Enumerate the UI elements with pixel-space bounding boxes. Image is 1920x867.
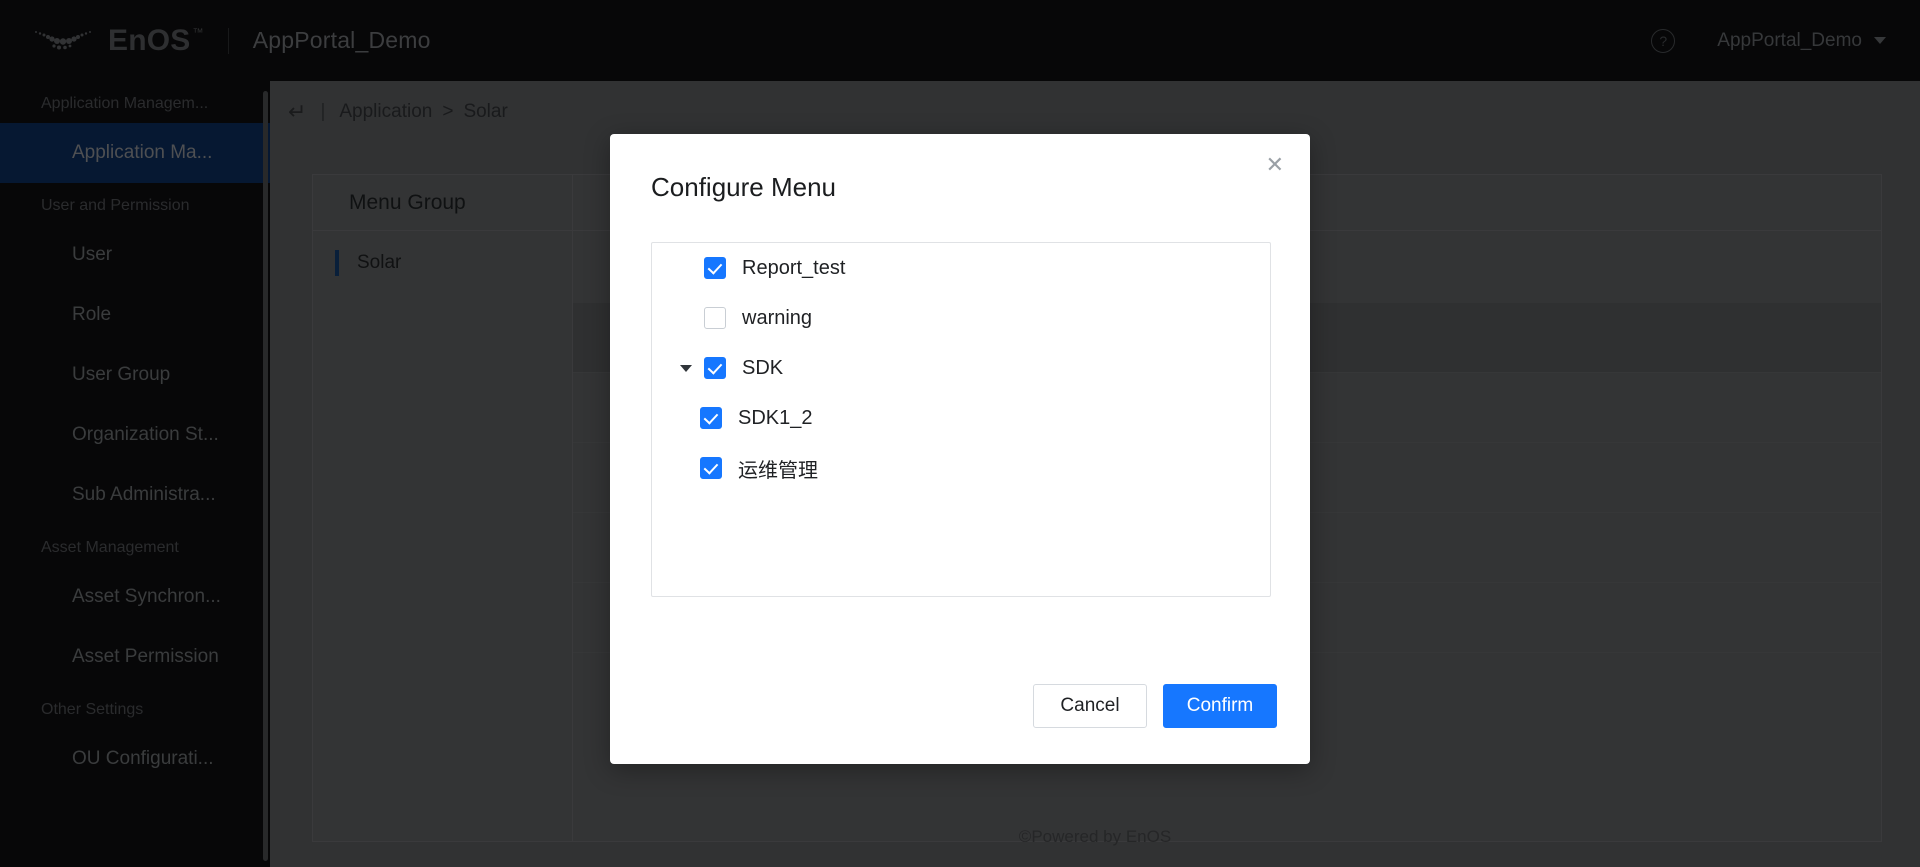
- checkbox[interactable]: [704, 307, 726, 329]
- cancel-button[interactable]: Cancel: [1033, 684, 1147, 728]
- close-icon[interactable]: ✕: [1266, 154, 1284, 176]
- checkbox[interactable]: [700, 407, 722, 429]
- dialog-title: Configure Menu: [610, 134, 1310, 203]
- menu-tree[interactable]: Report_test warning SDK SDK1_2 运维管: [651, 242, 1271, 597]
- tree-item-sdk1-2[interactable]: SDK1_2: [652, 393, 1270, 443]
- tree-item-yunwei-guanli[interactable]: 运维管理: [652, 443, 1270, 493]
- dialog-footer: Cancel Confirm: [1033, 684, 1277, 728]
- confirm-button[interactable]: Confirm: [1163, 684, 1277, 728]
- tree-item-label: SDK1_2: [738, 407, 813, 430]
- checkbox[interactable]: [700, 457, 722, 479]
- checkbox[interactable]: [704, 257, 726, 279]
- app-root: EnOS™ AppPortal_Demo ? AppPortal_Demo Ap…: [0, 0, 1920, 867]
- chevron-down-icon[interactable]: [680, 365, 692, 372]
- tree-item-label: 运维管理: [738, 454, 818, 483]
- tree-item-label: warning: [742, 307, 812, 330]
- tree-item-sdk[interactable]: SDK: [652, 343, 1270, 393]
- configure-menu-dialog: ✕ Configure Menu Report_test warning SDK: [610, 134, 1310, 764]
- tree-item-warning[interactable]: warning: [652, 293, 1270, 343]
- caret-slot: [680, 365, 704, 372]
- tree-item-label: SDK: [742, 357, 783, 380]
- checkbox[interactable]: [704, 357, 726, 379]
- tree-item-label: Report_test: [742, 257, 845, 280]
- tree-item-report-test[interactable]: Report_test: [652, 243, 1270, 293]
